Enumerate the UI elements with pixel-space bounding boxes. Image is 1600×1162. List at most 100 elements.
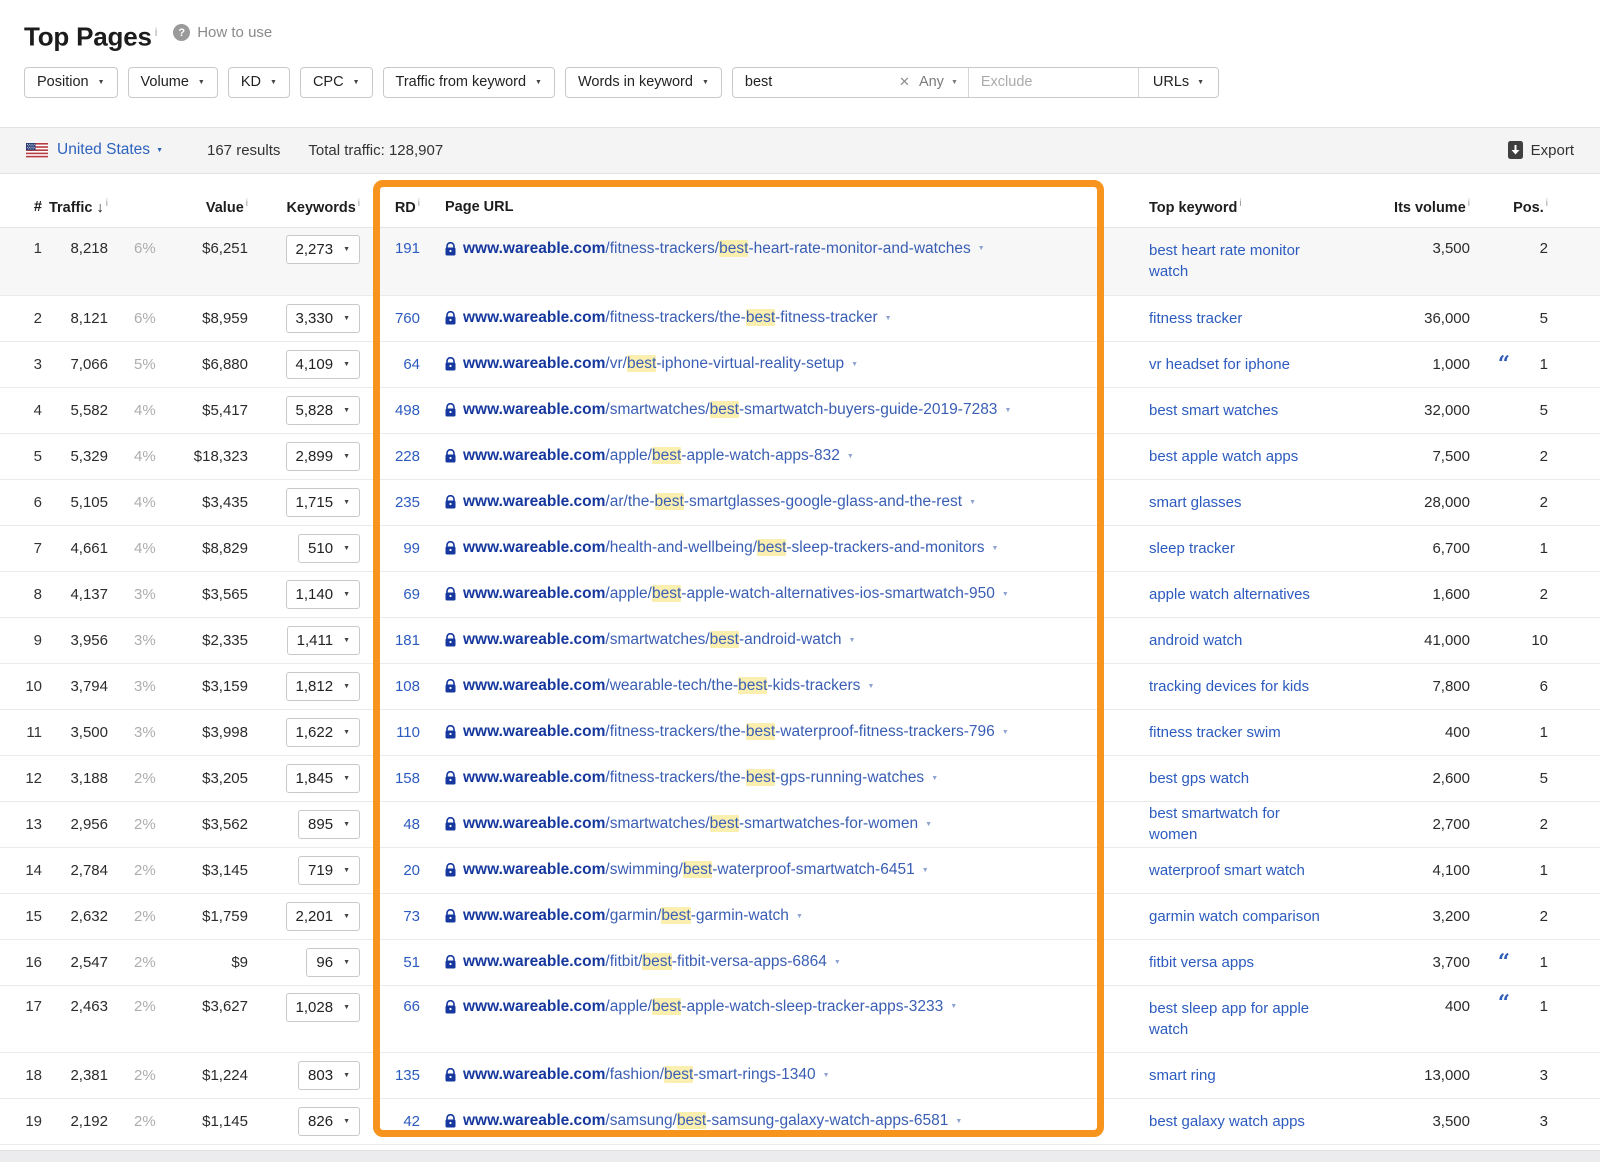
keywords-dropdown[interactable]: 895 ▼ xyxy=(298,810,360,839)
keywords-dropdown[interactable]: 2,273 ▼ xyxy=(286,235,360,264)
keywords-dropdown[interactable]: 3,330 ▼ xyxy=(286,304,360,333)
keywords-dropdown[interactable]: 1,622 ▼ xyxy=(286,718,360,747)
top-keyword-link[interactable]: best heart rate monitor watch xyxy=(1080,240,1330,282)
url-caret-icon[interactable]: ▼ xyxy=(823,1072,830,1079)
top-keyword-link[interactable]: best galaxy watch apps xyxy=(1080,1111,1330,1132)
row-rd[interactable]: 69 xyxy=(360,586,420,603)
row-rd[interactable]: 108 xyxy=(360,678,420,695)
page-url-link[interactable]: www.wareable.com/vr/best-iphone-virtual-… xyxy=(463,355,844,373)
url-caret-icon[interactable]: ▼ xyxy=(922,867,929,874)
keywords-dropdown[interactable]: 2,201 ▼ xyxy=(286,902,360,931)
row-rd[interactable]: 73 xyxy=(360,908,420,925)
url-caret-icon[interactable]: ▼ xyxy=(931,775,938,782)
url-caret-icon[interactable]: ▼ xyxy=(796,913,803,920)
urls-dropdown[interactable]: URLs▼ xyxy=(1138,68,1218,97)
exclude-input[interactable]: Exclude xyxy=(968,68,1138,97)
keywords-dropdown[interactable]: 1,028 ▼ xyxy=(286,993,360,1022)
row-rd[interactable]: 760 xyxy=(360,310,420,327)
page-url-link[interactable]: www.wareable.com/smartwatches/best-andro… xyxy=(463,631,842,649)
page-url-link[interactable]: www.wareable.com/smartwatches/best-smart… xyxy=(463,815,918,833)
match-mode-dropdown[interactable]: Any▼ xyxy=(919,74,958,90)
top-keyword-link[interactable]: smart ring xyxy=(1080,1065,1330,1086)
top-keyword-link[interactable]: smart glasses xyxy=(1080,492,1330,513)
how-to-use[interactable]: ? How to use xyxy=(173,24,272,41)
url-caret-icon[interactable]: ▼ xyxy=(978,245,985,252)
top-keyword-link[interactable]: tracking devices for kids xyxy=(1080,676,1330,697)
top-keyword-link[interactable]: best gps watch xyxy=(1080,768,1330,789)
page-url-link[interactable]: www.wareable.com/wearable-tech/the-best-… xyxy=(463,677,860,695)
row-rd[interactable]: 66 xyxy=(360,998,420,1015)
top-keyword-link[interactable]: best smart watches xyxy=(1080,400,1330,421)
page-url-link[interactable]: www.wareable.com/smartwatches/best-smart… xyxy=(463,401,997,419)
top-keyword-link[interactable]: best smartwatch for women xyxy=(1080,803,1330,845)
row-rd[interactable]: 48 xyxy=(360,816,420,833)
page-url-link[interactable]: www.wareable.com/fitness-trackers/the-be… xyxy=(463,309,878,327)
row-rd[interactable]: 228 xyxy=(360,448,420,465)
keywords-dropdown[interactable]: 1,845 ▼ xyxy=(286,764,360,793)
row-rd[interactable]: 110 xyxy=(360,724,420,741)
page-url-link[interactable]: www.wareable.com/garmin/best-garmin-watc… xyxy=(463,907,789,925)
url-caret-icon[interactable]: ▼ xyxy=(969,499,976,506)
url-caret-icon[interactable]: ▼ xyxy=(1004,407,1011,414)
keywords-dropdown[interactable]: 1,140 ▼ xyxy=(286,580,360,609)
url-caret-icon[interactable]: ▼ xyxy=(834,959,841,966)
url-caret-icon[interactable]: ▼ xyxy=(847,453,854,460)
row-rd[interactable]: 51 xyxy=(360,954,420,971)
filter-cpc[interactable]: CPC▼ xyxy=(300,67,373,98)
url-caret-icon[interactable]: ▼ xyxy=(851,361,858,368)
top-keyword-link[interactable]: best apple watch apps xyxy=(1080,446,1330,467)
page-url-link[interactable]: www.wareable.com/swimming/best-waterproo… xyxy=(463,861,915,879)
url-caret-icon[interactable]: ▼ xyxy=(1002,591,1009,598)
url-caret-icon[interactable]: ▼ xyxy=(925,821,932,828)
row-rd[interactable]: 158 xyxy=(360,770,420,787)
row-rd[interactable]: 191 xyxy=(360,240,420,257)
filter-words-in-keyword[interactable]: Words in keyword▼ xyxy=(565,67,722,98)
keywords-dropdown[interactable]: 719 ▼ xyxy=(298,856,360,885)
url-caret-icon[interactable]: ▼ xyxy=(950,1003,957,1010)
url-caret-icon[interactable]: ▼ xyxy=(867,683,874,690)
row-rd[interactable]: 235 xyxy=(360,494,420,511)
page-url-link[interactable]: www.wareable.com/fitbit/best-fitbit-vers… xyxy=(463,953,827,971)
top-keyword-link[interactable]: fitness tracker swim xyxy=(1080,722,1330,743)
page-url-link[interactable]: www.wareable.com/ar/the-best-smartglasse… xyxy=(463,493,962,511)
top-keyword-link[interactable]: vr headset for iphone xyxy=(1080,354,1330,375)
page-url-link[interactable]: www.wareable.com/samsung/best-samsung-ga… xyxy=(463,1112,948,1130)
page-url-link[interactable]: www.wareable.com/fitness-trackers/best-h… xyxy=(463,240,971,258)
row-rd[interactable]: 20 xyxy=(360,862,420,879)
top-keyword-link[interactable]: fitbit versa apps xyxy=(1080,952,1330,973)
page-url-link[interactable]: www.wareable.com/fitness-trackers/the-be… xyxy=(463,723,995,741)
keywords-dropdown[interactable]: 96 ▼ xyxy=(306,948,360,977)
keywords-dropdown[interactable]: 1,411 ▼ xyxy=(287,626,360,655)
keywords-dropdown[interactable]: 1,812 ▼ xyxy=(286,672,360,701)
top-keyword-link[interactable]: sleep tracker xyxy=(1080,538,1330,559)
url-caret-icon[interactable]: ▼ xyxy=(1002,729,1009,736)
top-keyword-link[interactable]: waterproof smart watch xyxy=(1080,860,1330,881)
page-url-link[interactable]: www.wareable.com/health-and-wellbeing/be… xyxy=(463,539,985,557)
url-caret-icon[interactable]: ▼ xyxy=(955,1118,962,1125)
filter-position[interactable]: Position▼ xyxy=(24,67,118,98)
clear-icon[interactable]: ✕ xyxy=(899,74,910,90)
top-keyword-link[interactable]: best sleep app for apple watch xyxy=(1080,998,1330,1040)
page-url-link[interactable]: www.wareable.com/fashion/best-smart-ring… xyxy=(463,1066,816,1084)
filter-volume[interactable]: Volume▼ xyxy=(128,67,218,98)
keywords-dropdown[interactable]: 4,109 ▼ xyxy=(286,350,360,379)
country-selector[interactable]: United States▼ xyxy=(57,141,163,159)
page-url-link[interactable]: www.wareable.com/fitness-trackers/the-be… xyxy=(463,769,924,787)
row-rd[interactable]: 64 xyxy=(360,356,420,373)
url-caret-icon[interactable]: ▼ xyxy=(885,315,892,322)
col-traffic[interactable]: Traffic ↓i xyxy=(42,198,108,216)
keywords-dropdown[interactable]: 510 ▼ xyxy=(298,534,360,563)
top-keyword-link[interactable]: garmin watch comparison xyxy=(1080,906,1330,927)
keyword-input[interactable]: best xyxy=(745,74,890,90)
export-button[interactable]: Export xyxy=(1508,141,1574,159)
url-caret-icon[interactable]: ▼ xyxy=(992,545,999,552)
row-rd[interactable]: 42 xyxy=(360,1113,420,1130)
row-rd[interactable]: 498 xyxy=(360,402,420,419)
keywords-dropdown[interactable]: 5,828 ▼ xyxy=(286,396,360,425)
top-keyword-link[interactable]: android watch xyxy=(1080,630,1330,651)
page-url-link[interactable]: www.wareable.com/apple/best-apple-watch-… xyxy=(463,585,995,603)
keywords-dropdown[interactable]: 826 ▼ xyxy=(298,1107,360,1136)
keywords-dropdown[interactable]: 803 ▼ xyxy=(298,1061,360,1090)
filter-kd[interactable]: KD▼ xyxy=(228,67,290,98)
keywords-dropdown[interactable]: 2,899 ▼ xyxy=(286,442,360,471)
